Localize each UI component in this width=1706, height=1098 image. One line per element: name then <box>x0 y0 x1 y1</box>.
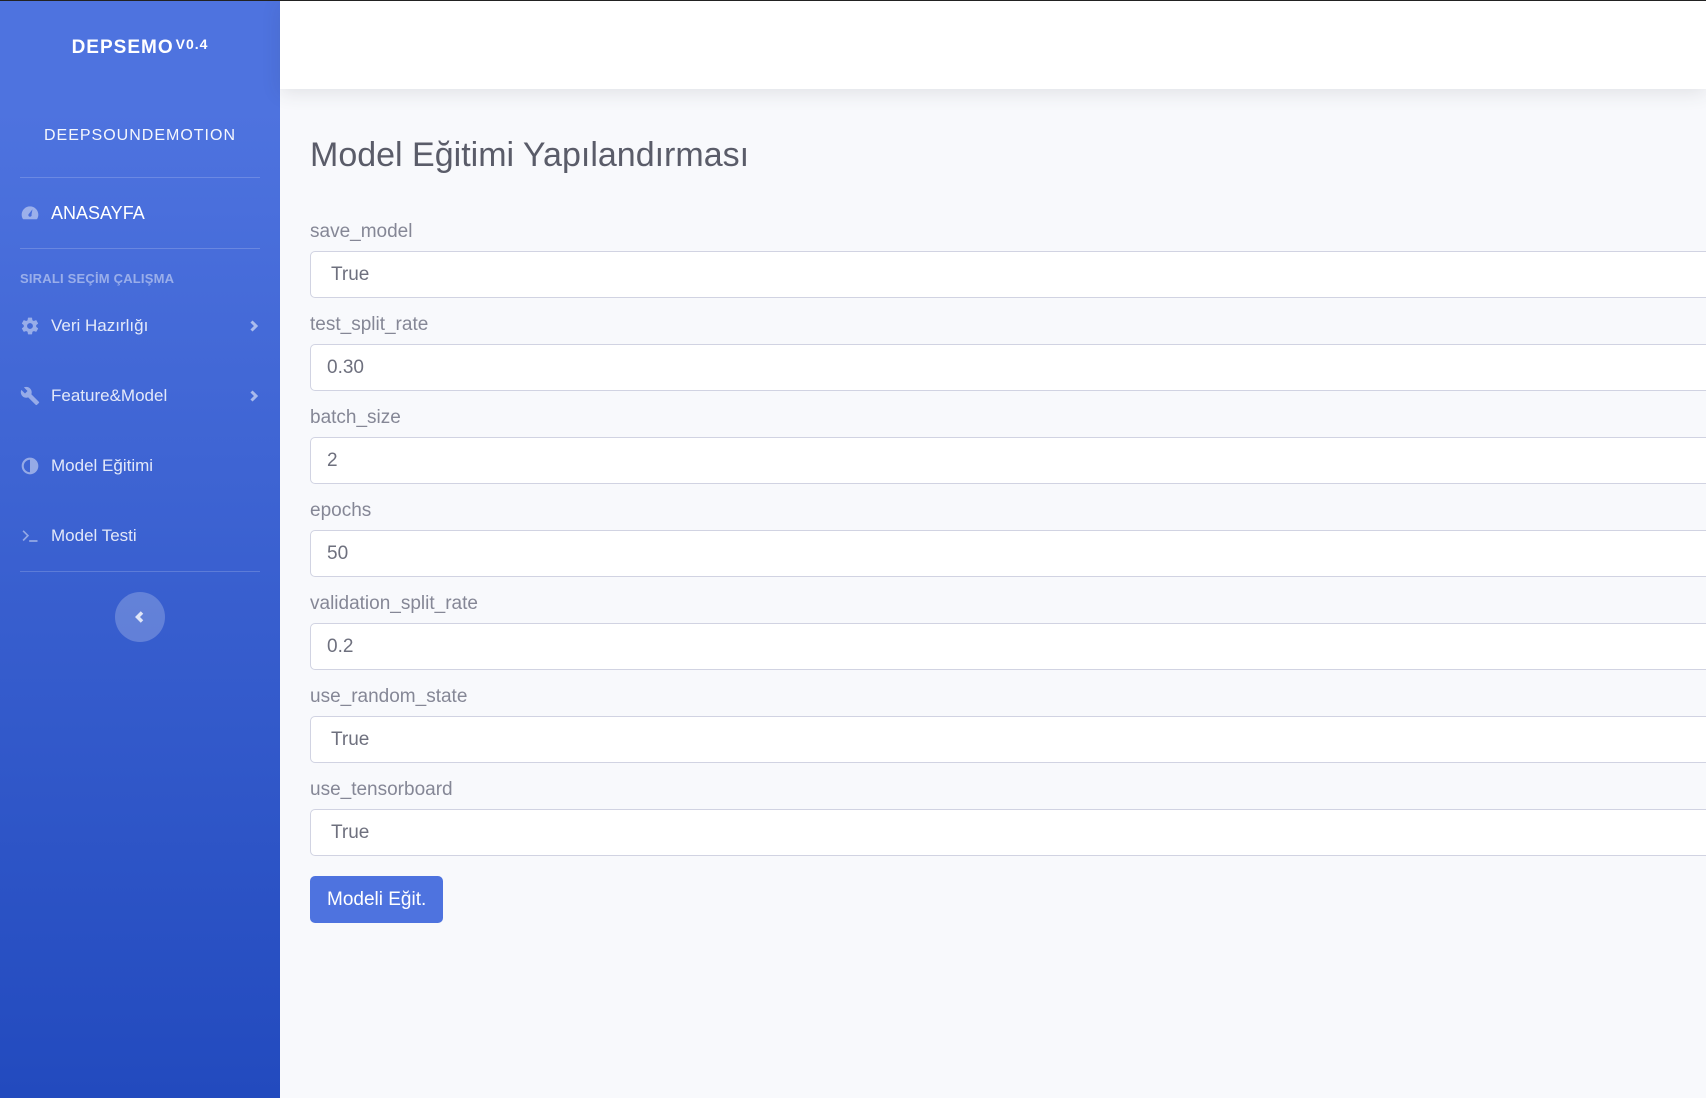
sidebar-item-label: Feature&Model <box>51 386 168 405</box>
form-group-test-split-rate: test_split_rate <box>310 312 1706 391</box>
brand-link[interactable]: DEPSEMO V0.4 <box>0 1 280 95</box>
select-value: True <box>331 263 370 285</box>
terminal-icon <box>20 526 51 546</box>
sidebar-item-model-testi[interactable]: Model Testi <box>0 501 280 571</box>
form-group-save-model: save_model True <box>310 219 1706 298</box>
field-label: batch_size <box>310 407 401 428</box>
field-label: save_model <box>310 221 413 242</box>
validation-split-rate-input[interactable] <box>310 623 1706 670</box>
chevron-right-icon <box>248 390 260 402</box>
sidebar-toggle-button[interactable] <box>115 592 165 642</box>
wrench-icon <box>20 386 51 406</box>
sidebar: DEPSEMO V0.4 DEEPSOUNDEMOTION ANASAYFA SI… <box>0 1 280 1098</box>
sidebar-item-label: Veri Hazırlığı <box>51 316 149 335</box>
field-label: test_split_rate <box>310 314 429 335</box>
tachometer-icon <box>20 203 51 223</box>
sidebar-item-home[interactable]: ANASAYFA <box>0 178 280 248</box>
sidebar-item-label: Model Testi <box>51 526 137 545</box>
gear-icon <box>20 316 51 336</box>
brand-name: DEPSEMO <box>71 37 174 58</box>
sidebar-item-feature-model[interactable]: Feature&Model <box>0 361 280 431</box>
use-tensorboard-select[interactable]: True <box>310 809 1706 856</box>
epochs-input[interactable] <box>310 530 1706 577</box>
chevron-left-icon <box>135 611 144 623</box>
sidebar-item-model-egitimi[interactable]: Model Eğitimi <box>0 431 280 501</box>
select-value: True <box>331 821 370 843</box>
field-label: use_random_state <box>310 686 468 707</box>
field-label: epochs <box>310 500 372 521</box>
topbar <box>280 1 1706 89</box>
chevron-right-icon <box>248 320 260 332</box>
form-group-use-tensorboard: use_tensorboard True <box>310 777 1706 856</box>
use-random-state-select[interactable]: True <box>310 716 1706 763</box>
form-group-validation-split-rate: validation_split_rate <box>310 591 1706 670</box>
adjust-icon <box>20 456 51 476</box>
sidebar-item-label: Model Eğitimi <box>51 456 154 475</box>
form-group-batch-size: batch_size <box>310 405 1706 484</box>
sidebar-item-label: ANASAYFA <box>51 202 145 223</box>
form-group-use-random-state: use_random_state True <box>310 684 1706 763</box>
select-value: True <box>331 728 370 750</box>
brand-version: V0.4 <box>175 36 209 52</box>
form-group-epochs: epochs <box>310 498 1706 577</box>
batch-size-input[interactable] <box>310 437 1706 484</box>
field-label: use_tensorboard <box>310 779 453 800</box>
sidebar-item-veri-hazirligi[interactable]: Veri Hazırlığı <box>0 291 280 361</box>
field-label: validation_split_rate <box>310 593 478 614</box>
training-config-form: save_model True test_split_rate batch_si… <box>310 219 1706 923</box>
save-model-select[interactable]: True <box>310 251 1706 298</box>
main-content: Model Eğitimi Yapılandırması save_model … <box>310 131 1706 923</box>
train-model-button[interactable]: Modeli Eğit. <box>310 876 444 923</box>
brand-subtitle: DEEPSOUNDEMOTION <box>43 127 236 144</box>
test-split-rate-input[interactable] <box>310 344 1706 391</box>
page-title: Model Eğitimi Yapılandırması <box>310 136 750 174</box>
sidebar-section-heading: SIRALI SEÇİM ÇALIŞMA <box>20 271 175 286</box>
